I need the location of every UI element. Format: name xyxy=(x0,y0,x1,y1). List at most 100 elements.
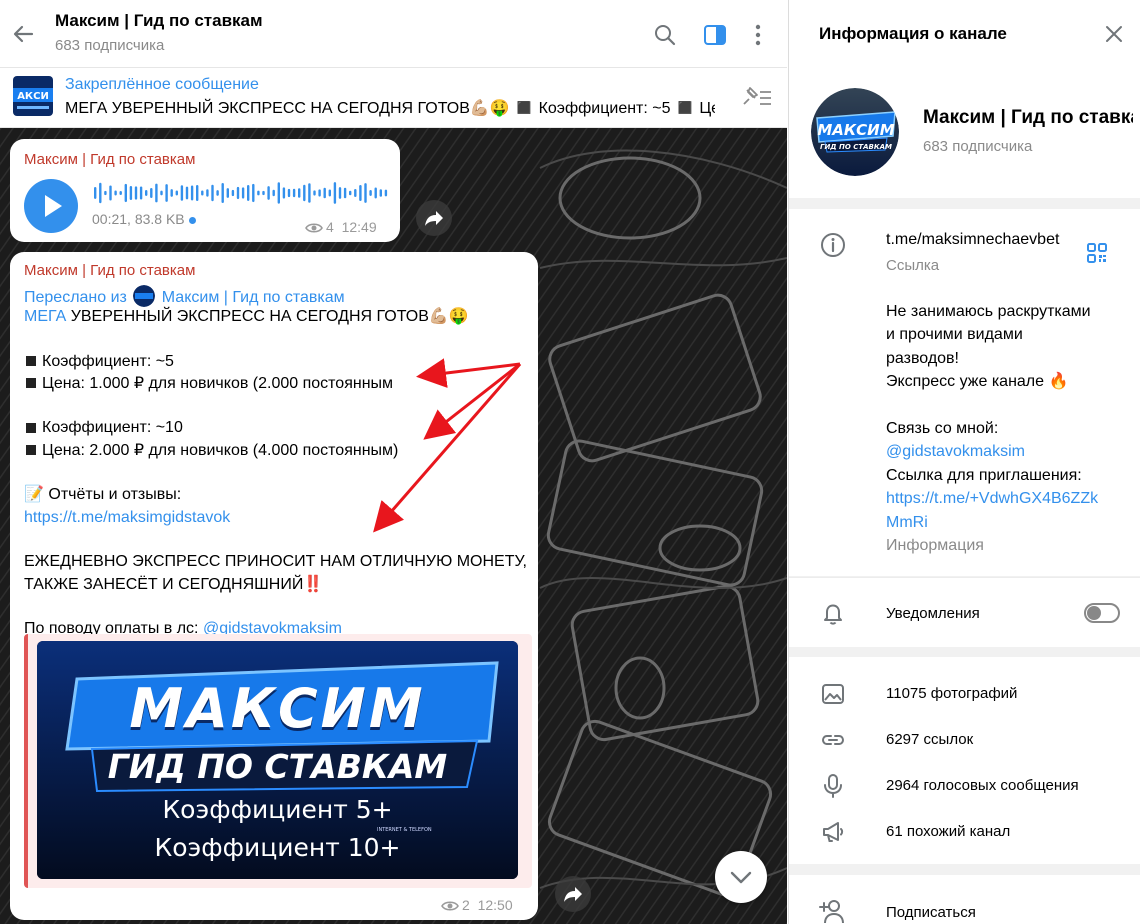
forward-button[interactable] xyxy=(416,200,452,236)
subscribe-row[interactable]: Подписаться xyxy=(789,875,1140,924)
invite-link[interactable]: https://t.me/+VdwhGX4B6ZZk xyxy=(886,487,1126,510)
chat-panel: Максим | Гид по ставкам 683 подписчика А… xyxy=(0,0,787,924)
media-label: 11075 фотографий xyxy=(886,685,1018,702)
pinned-title: Закреплённое сообщение xyxy=(65,76,259,93)
black-square-icon xyxy=(26,378,36,389)
channel-link[interactable]: t.me/maksimnechaevbet xyxy=(886,231,1059,249)
forwarded-from[interactable]: Переслано из Максим | Гид по ставкам xyxy=(24,285,345,307)
sidebar-toggle-icon[interactable] xyxy=(702,22,728,48)
channel-link-label: Ссылка xyxy=(886,257,940,274)
chat-title[interactable]: Максим | Гид по ставкам xyxy=(55,11,263,31)
description-line: Связь со мной: xyxy=(886,420,999,438)
subscriber-count: 683 подписчика xyxy=(55,37,165,54)
notifications-row[interactable]: Уведомления xyxy=(789,577,1140,647)
notifications-toggle[interactable] xyxy=(1084,603,1120,623)
black-square-icon xyxy=(26,445,36,456)
post-line: Коэффициент: ~5 xyxy=(24,351,529,373)
post-line: Цена: 1.000 ₽ для новичков (2.000 постоя… xyxy=(24,373,529,395)
message-time: 12:50 xyxy=(477,897,513,913)
bell-icon xyxy=(824,604,842,625)
message-sender[interactable]: Максим | Гид по ставкам xyxy=(24,151,195,168)
forward-button[interactable] xyxy=(555,876,591,912)
description-line: Не занимаюсь раскрутками xyxy=(886,303,1091,320)
voice-message[interactable]: Максим | Гид по ставкам 00:21, 83.8 KB 4… xyxy=(10,139,400,242)
media-label: 2964 голосовых сообщения xyxy=(886,777,1079,794)
channel-description: Не занимаюсь раскрутками и прочими видам… xyxy=(886,300,1126,557)
toggle-knob xyxy=(1087,606,1101,620)
play-button[interactable] xyxy=(24,179,78,233)
invite-link-continued[interactable]: MmRi xyxy=(886,511,1126,534)
microphone-icon xyxy=(824,774,842,798)
contact-link[interactable]: @gidstavokmaksim xyxy=(886,440,1126,463)
pin-list-icon[interactable] xyxy=(738,84,774,110)
forwarded-prefix: Переслано из xyxy=(24,289,127,306)
forwarded-channel-name: Максим | Гид по ставкам xyxy=(161,289,345,306)
preview-small-text: INTERNET & TELEFON xyxy=(377,827,432,833)
play-icon xyxy=(45,195,62,217)
more-vertical-icon[interactable] xyxy=(745,22,771,48)
price-1: Цена: 1.000 ₽ для новичков (2.000 постоя… xyxy=(42,374,394,392)
media-section: 11075 фотографий 6297 ссылок 2964 голосо… xyxy=(789,657,1140,864)
close-icon[interactable] xyxy=(1102,22,1126,46)
post-blank xyxy=(24,529,529,551)
voice-waveform[interactable] xyxy=(92,179,392,207)
post-line: Коэффициент: ~10 xyxy=(24,417,529,439)
channel-subscribers: 683 подписчика xyxy=(923,138,1033,155)
forwarded-avatar xyxy=(133,285,156,307)
preview-subtitle: ГИД ПО СТАВКАМ xyxy=(107,747,448,786)
info-icon xyxy=(821,233,845,257)
views-icon xyxy=(441,901,459,911)
preview-title: МАКСИМ xyxy=(129,677,426,740)
channel-post[interactable]: Максим | Гид по ставкам Переслано из Мак… xyxy=(10,252,538,920)
message-sender[interactable]: Максим | Гид по ставкам xyxy=(24,262,195,279)
qr-code-icon[interactable] xyxy=(1086,242,1108,264)
media-label: 61 похожий канал xyxy=(886,823,1011,840)
post-line: https://t.me/maksimgidstavok xyxy=(24,507,529,529)
post-text: МЕГА УВЕРЕННЫЙ ЭКСПРЕСС НА СЕГОДНЯ ГОТОВ… xyxy=(24,306,529,640)
link-preview[interactable]: МАКСИМ ГИД ПО СТАВКАМ Коэффициент 5+ Коэ… xyxy=(24,634,532,888)
description-line xyxy=(886,394,1126,417)
post-line: 📝 Отчёты и отзывы: xyxy=(24,486,182,504)
unplayed-dot xyxy=(188,216,196,224)
post-headline: УВЕРЕННЫЙ ЭКСПРЕСС НА СЕГОДНЯ ГОТОВ💪🏼🤑 xyxy=(66,308,469,325)
back-arrow-icon[interactable] xyxy=(10,20,38,48)
chat-header: Максим | Гид по ставкам 683 подписчика xyxy=(0,0,787,68)
post-line: ЕЖЕДНЕВНО ЭКСПРЕСС ПРИНОСИТ НАМ ОТЛИЧНУЮ… xyxy=(24,553,527,571)
share-arrow-icon xyxy=(564,887,582,902)
invite-label: Ссылка для приглашения: xyxy=(886,466,1082,484)
message-info: 4 12:49 xyxy=(305,219,377,235)
reports-link[interactable]: https://t.me/maksimgidstavok xyxy=(24,509,230,526)
views-count: 2 xyxy=(462,897,470,913)
description-line: разводов! xyxy=(886,349,959,367)
description-line: Экспресс уже канале 🔥 xyxy=(886,373,1069,391)
message-info: 2 12:50 xyxy=(441,897,513,913)
hashtag-link[interactable]: МЕГА xyxy=(24,308,66,325)
post-blank xyxy=(24,328,529,350)
preview-image[interactable]: МАКСИМ ГИД ПО СТАВКАМ Коэффициент 5+ Коэ… xyxy=(37,641,518,879)
black-square-icon xyxy=(26,422,36,433)
post-blank xyxy=(24,395,529,417)
voice-duration-size: 00:21, 83.8 KB xyxy=(92,211,185,227)
channel-avatar[interactable]: МАКСИМ ГИД ПО СТАВКАМ xyxy=(811,88,899,176)
search-icon[interactable] xyxy=(652,22,678,48)
post-line: Цена: 2.000 ₽ для новичков (4.000 постоя… xyxy=(24,440,529,462)
subscribe-label: Подписаться xyxy=(886,904,976,921)
odds-2: Коэффициент: ~10 xyxy=(42,419,183,437)
scroll-down-button[interactable] xyxy=(715,851,767,903)
views-icon xyxy=(305,223,323,233)
photo-icon xyxy=(822,684,844,704)
message-time: 12:49 xyxy=(341,219,377,235)
views-count: 4 xyxy=(326,219,334,235)
post-line: ТАКЖЕ ЗАНЕСЁТ И СЕГОДНЯШНИЙ‼️ xyxy=(24,575,324,593)
share-arrow-icon xyxy=(425,211,443,226)
avatar-title: МАКСИМ xyxy=(817,121,894,139)
post-blank xyxy=(24,462,529,484)
add-user-icon xyxy=(819,900,844,924)
preview-odds-1: Коэффициент 5+ xyxy=(162,795,393,824)
channel-info-panel: Информация о канале МАКСИМ ГИД ПО СТАВКА… xyxy=(788,0,1140,924)
channel-name: Максим | Гид по ставкам xyxy=(923,107,1133,128)
post-line: МЕГА УВЕРЕННЫЙ ЭКСПРЕСС НА СЕГОДНЯ ГОТОВ… xyxy=(24,306,529,328)
pinned-message-bar[interactable]: АКСИ Закреплённое сообщение МЕГА УВЕРЕНН… xyxy=(0,68,787,128)
info-label: Информация xyxy=(886,537,984,555)
link-icon xyxy=(821,735,845,745)
